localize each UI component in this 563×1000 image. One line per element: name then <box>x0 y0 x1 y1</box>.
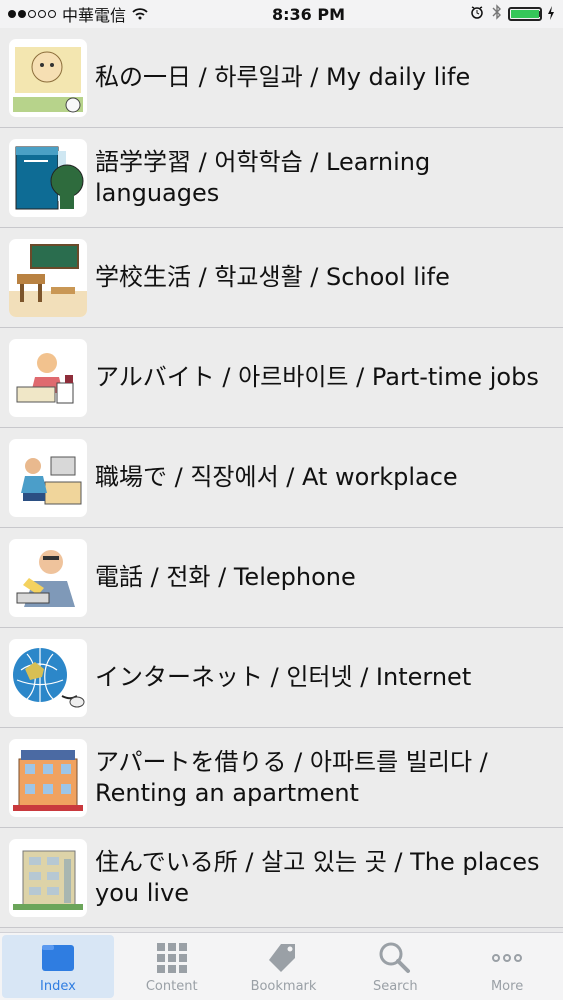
status-bar: 中華電信 8:36 PM <box>0 0 563 28</box>
status-right <box>469 4 555 24</box>
list-item-label: 語学学習 / 어학학습 / Learning languages <box>95 147 431 207</box>
alarm-icon <box>469 4 485 24</box>
battery-icon <box>508 7 542 21</box>
list-item-label: インターネット / 인터넷 / Internet <box>95 663 472 691</box>
list-item[interactable]: アパートを借りる / 아파트를 빌리다 / Renting an apartme… <box>0 728 563 828</box>
bookmark-tag-icon <box>264 939 302 977</box>
list-item-label: アルバイト / 아르바이트 / Part-time jobs <box>95 363 539 391</box>
apartment-illustration <box>9 738 87 817</box>
bluetooth-icon <box>491 4 502 24</box>
tab-content[interactable]: Content <box>116 933 228 1000</box>
list-item-label: 電話 / 전화 / Telephone <box>95 563 356 591</box>
list-item[interactable]: インターネット / 인터넷 / Internet <box>0 628 563 728</box>
list-item[interactable]: 語学学習 / 어학학습 / Learning languages <box>0 128 563 228</box>
telephone-illustration <box>9 538 87 617</box>
carrier-label: 中華電信 <box>62 6 127 25</box>
tab-bookmark-label: Bookmark <box>250 979 317 994</box>
daily-life-illustration <box>9 38 87 117</box>
list-item-label: 学校生活 / 학교생활 / School life <box>95 263 450 291</box>
building-illustration <box>9 838 87 917</box>
cashier-illustration <box>9 338 87 417</box>
tab-content-label: Content <box>145 979 198 994</box>
list-item-label: 職場で / 직장에서 / At workplace <box>95 463 458 491</box>
english-book-illustration <box>9 138 87 217</box>
list-item-label: アパートを借りる / 아파트를 빌리다 / Renting an apartme… <box>95 747 488 807</box>
index-icon <box>39 939 77 977</box>
list-item[interactable]: 学校生活 / 학교생활 / School life <box>0 228 563 328</box>
tab-more[interactable]: More <box>451 933 563 1000</box>
search-icon <box>376 939 414 977</box>
charging-icon <box>547 5 555 24</box>
tab-bookmark[interactable]: Bookmark <box>228 933 340 1000</box>
list-item[interactable]: 職場で / 직장에서 / At workplace <box>0 428 563 528</box>
tab-search[interactable]: Search <box>339 933 451 1000</box>
list-item-label: 住んでいる所 / 살고 있는 곳 / The places you live <box>95 847 540 907</box>
tab-index-label: Index <box>40 979 76 994</box>
list-item-label: 私の一日 / 하루일과 / My daily life <box>95 63 471 91</box>
classroom-illustration <box>9 238 87 317</box>
list-item[interactable]: アルバイト / 아르바이트 / Part-time jobs <box>0 328 563 428</box>
topic-list[interactable]: 私の一日 / 하루일과 / My daily life 語学学習 / 어학학습 … <box>0 28 563 932</box>
status-time: 8:36 PM <box>272 4 346 24</box>
internet-globe-illustration <box>9 638 87 717</box>
list-item[interactable]: 住んでいる所 / 살고 있는 곳 / The places you live <box>0 828 563 928</box>
list-item[interactable]: 電話 / 전화 / Telephone <box>0 528 563 628</box>
list-item[interactable]: 私の一日 / 하루일과 / My daily life <box>0 28 563 128</box>
wifi-icon <box>132 5 148 24</box>
content-grid-icon <box>153 939 191 977</box>
more-icon <box>488 939 526 977</box>
tab-more-label: More <box>490 979 524 994</box>
tab-index[interactable]: Index <box>2 935 114 998</box>
status-left: 中華電信 <box>8 2 148 26</box>
tab-search-label: Search <box>372 979 418 994</box>
office-worker-illustration <box>9 438 87 517</box>
tab-bar: Index Content Bookmark Search More <box>0 932 563 1000</box>
signal-icon <box>8 10 56 18</box>
